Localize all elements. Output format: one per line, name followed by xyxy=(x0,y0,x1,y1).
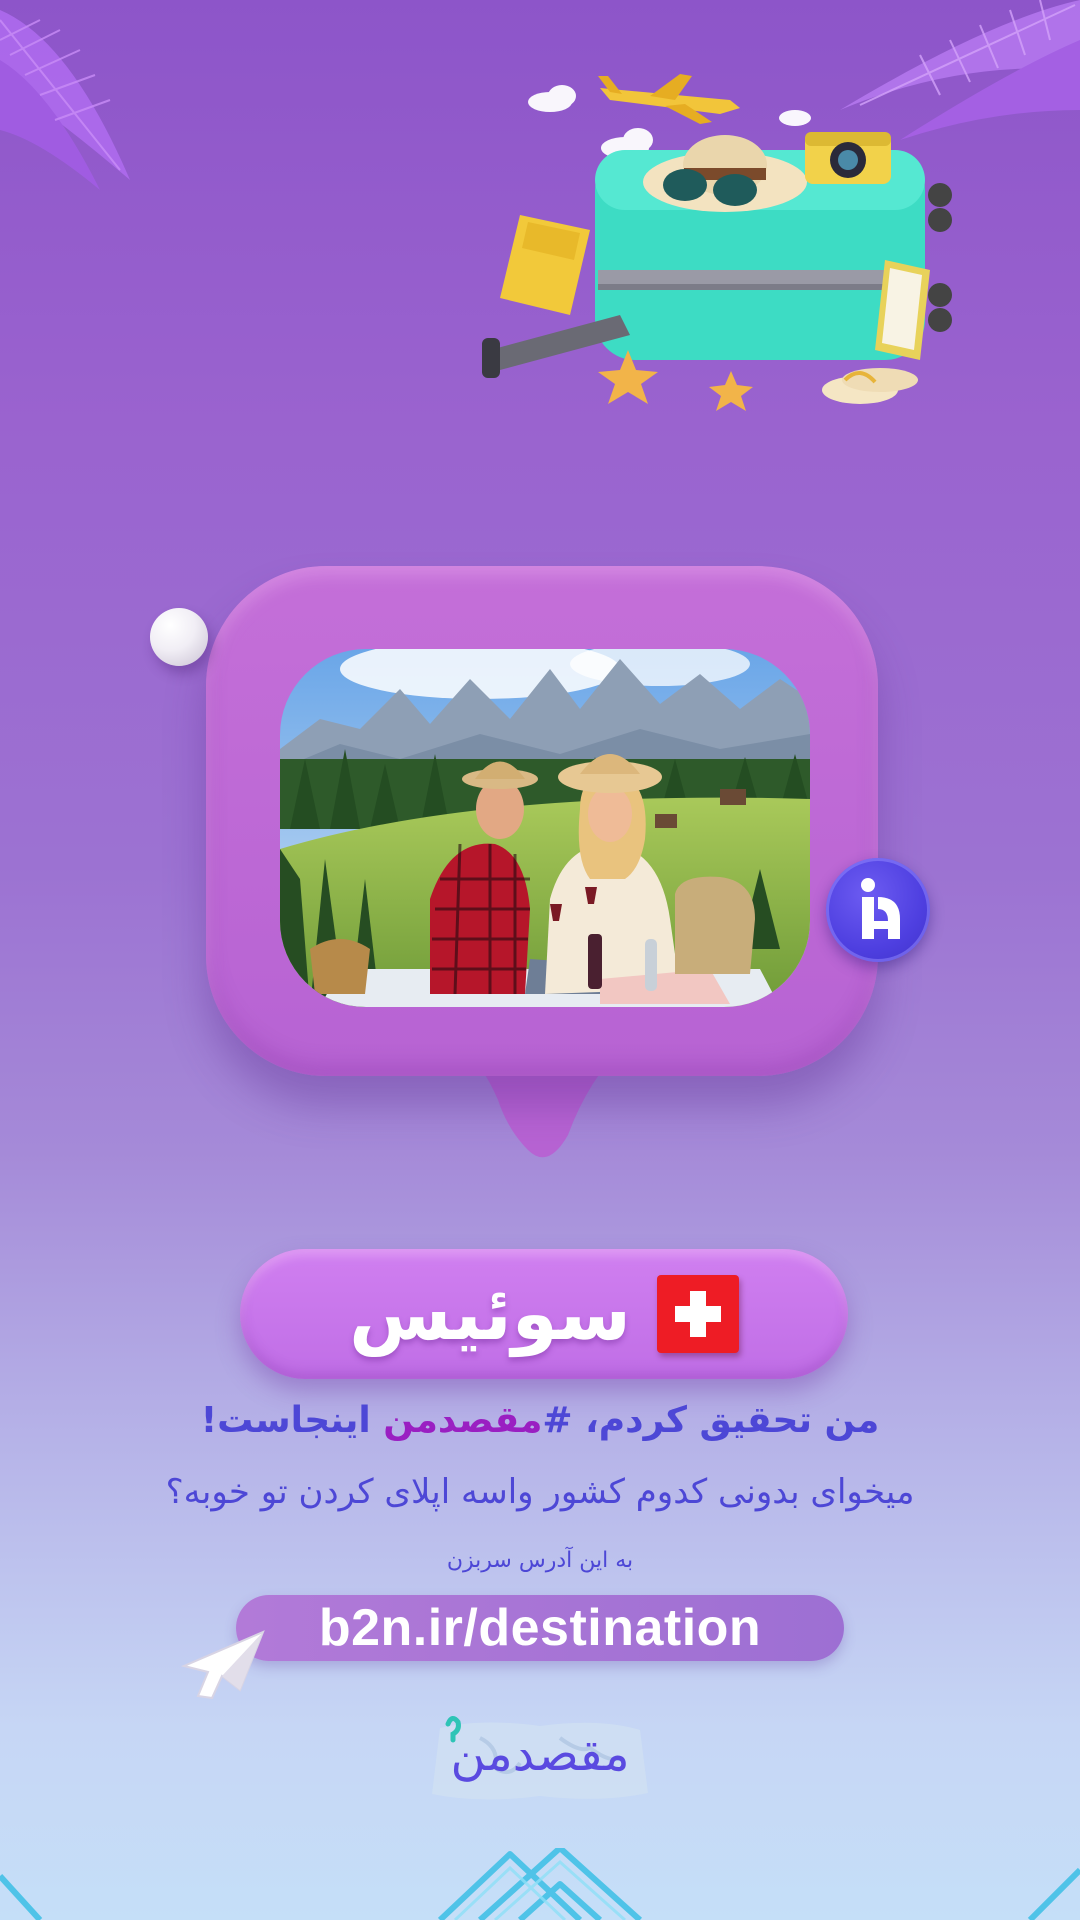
cta-hint-text: به این آدرس سربزن xyxy=(446,1548,634,1573)
palm-leaf-left-decoration xyxy=(0,10,130,190)
bottom-mountains-decoration xyxy=(0,1848,1080,1920)
url-text: b2n.ir/destination xyxy=(318,1599,762,1657)
country-name: سوئیس xyxy=(349,1271,631,1357)
headline-part1: من تحقیق کردم، xyxy=(572,1400,880,1441)
headline: من تحقیق کردم، #مقصدمن اینجاست! xyxy=(0,1400,1080,1441)
decorative-white-ball xyxy=(150,608,208,666)
travel-suitcase-illustration xyxy=(482,74,952,411)
airplane-icon xyxy=(598,74,740,124)
destination-photo xyxy=(280,649,810,1007)
question-text: میخوای بدونی کدوم کشور واسه اپلای کردن ت… xyxy=(165,1472,915,1512)
swiss-flag-icon xyxy=(656,1275,739,1353)
brand-badge-icon xyxy=(826,858,930,962)
cursor-arrow-icon xyxy=(180,1630,265,1700)
url-link-button[interactable]: b2n.ir/destination xyxy=(236,1595,844,1661)
headline-part2: اینجاست! xyxy=(200,1400,384,1441)
logo-text: مقصدمن xyxy=(450,1726,630,1782)
brand-logo: مقصدمن xyxy=(420,1708,660,1808)
headline-hash: # xyxy=(542,1400,573,1441)
headline-tag: مقصدمن xyxy=(383,1400,543,1441)
country-pill: سوئیس xyxy=(240,1249,848,1379)
